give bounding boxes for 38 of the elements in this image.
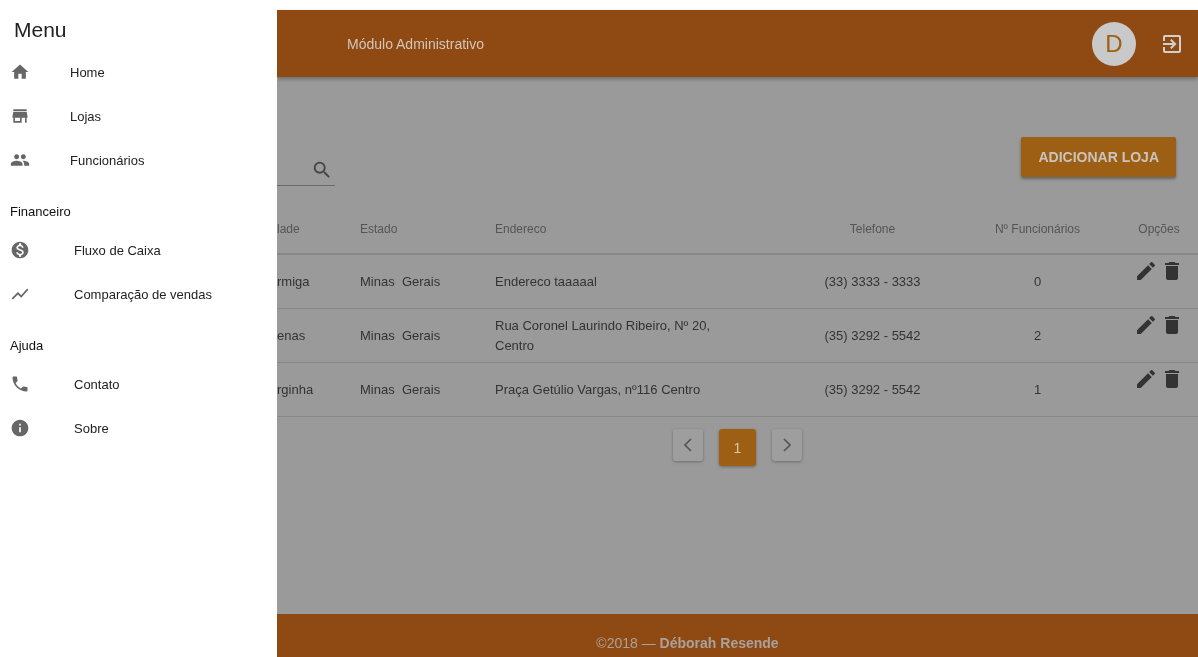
column-header: Endereco [495, 204, 790, 255]
copyright-text: ©2018 — Déborah Resende [596, 635, 779, 651]
table-cell: Minas Gerais [360, 309, 495, 363]
edit-icon[interactable] [1134, 367, 1158, 391]
edit-icon[interactable] [1134, 313, 1158, 337]
column-header: Telefone [790, 204, 955, 255]
column-header: lade [277, 204, 360, 255]
table-cell: (35) 3292 - 5542 [790, 363, 955, 417]
table-cell: Minas Gerais [360, 255, 495, 309]
chevron-left-icon [684, 438, 692, 452]
chevron-right-icon [783, 438, 791, 452]
header-title: Módulo Administrativo [347, 35, 485, 52]
menu-item[interactable]: Lojas [0, 94, 277, 138]
table-cell: Praça Getúlio Vargas, nº116 Centro [495, 363, 790, 417]
drawer-title: Menu [13, 18, 68, 42]
menu-item[interactable]: Fluxo de Caixa [0, 228, 277, 272]
section-heading: Financeiro [9, 203, 72, 221]
column-header: Opções [1120, 204, 1198, 255]
table-cell: rginha [277, 363, 360, 417]
menu-item[interactable]: Contato [0, 362, 277, 406]
section-heading: Ajuda [9, 337, 45, 355]
edit-icon[interactable] [1134, 259, 1158, 283]
table-cell: (35) 3292 - 5542 [790, 309, 955, 363]
table-cell: enas [277, 309, 360, 363]
table-cell: 1 [955, 363, 1120, 417]
column-header: Nº Funcionários [955, 204, 1120, 255]
table-cell: Minas Gerais [360, 363, 495, 417]
menu-item[interactable]: Comparação de vendas [0, 272, 277, 316]
table-cell: Endereco taaaaal [495, 255, 790, 309]
column-header: Estado [360, 204, 495, 255]
menu-item[interactable]: Funcionários [0, 138, 277, 182]
table-cell: rmiga [277, 255, 360, 309]
menu-item[interactable]: Home [0, 50, 277, 94]
table-cell: 0 [955, 255, 1120, 309]
table-cell: 2 [955, 309, 1120, 363]
table-cell: Rua Coronel Laurindo Ribeiro, Nº 20, Centro [495, 309, 790, 363]
table-cell: (33) 3333 - 3333 [790, 255, 955, 309]
menu-item[interactable]: Sobre [0, 406, 277, 450]
